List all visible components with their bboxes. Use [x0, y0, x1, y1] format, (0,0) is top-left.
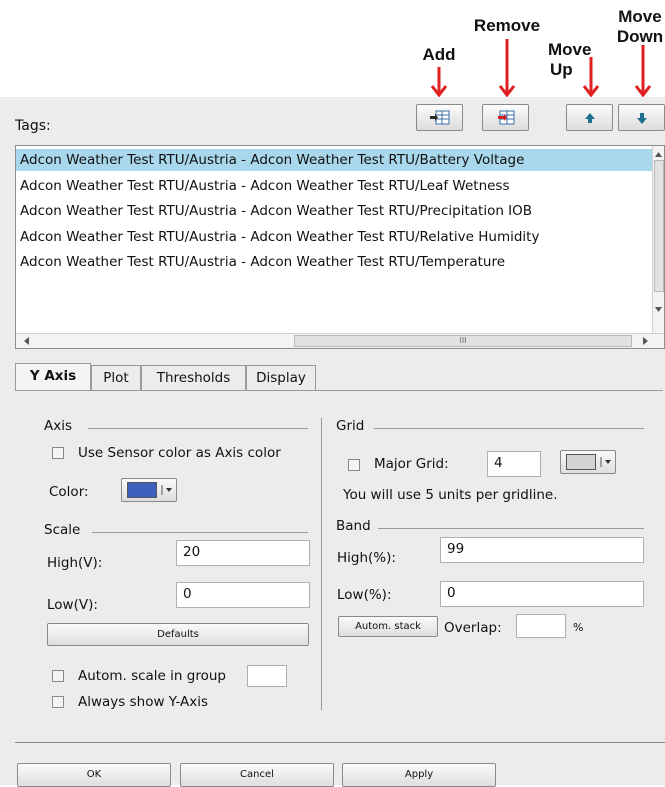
tag-list-item[interactable]: Adcon Weather Test RTU/Austria - Adcon W… — [16, 200, 654, 222]
tag-list-item[interactable]: Adcon Weather Test RTU/Austria - Adcon W… — [16, 149, 654, 171]
major-grid-label: Major Grid: — [374, 456, 449, 472]
band-low-label: Low(%): — [337, 587, 392, 603]
add-tag-button[interactable] — [416, 104, 463, 131]
callout-move-down: Move Down — [612, 7, 665, 47]
arrow-move-down-icon — [634, 45, 652, 98]
grid-color-picker[interactable] — [560, 450, 616, 474]
overlap-input[interactable] — [516, 614, 566, 638]
scale-low-input[interactable]: 0 — [176, 582, 310, 608]
scroll-down-icon — [655, 307, 662, 312]
use-sensor-color-checkbox[interactable] — [52, 447, 64, 459]
grid-group-title: Grid — [336, 418, 365, 434]
always-show-y-axis-checkbox[interactable] — [52, 696, 64, 708]
tab-display[interactable]: Display — [246, 365, 316, 390]
move-up-button[interactable] — [566, 104, 613, 131]
move-down-button[interactable] — [618, 104, 665, 131]
autom-stack-button[interactable]: Autom. stack — [338, 616, 438, 637]
arrow-up-icon — [585, 113, 595, 123]
band-high-input[interactable]: 99 — [440, 537, 644, 563]
autom-scale-group-input[interactable] — [247, 665, 287, 687]
scroll-grip: III — [459, 336, 467, 345]
tags-label: Tags: — [15, 118, 51, 134]
add-icon — [430, 110, 450, 125]
defaults-button[interactable]: Defaults — [47, 623, 309, 646]
band-group-title: Band — [336, 518, 371, 534]
tab-plot[interactable]: Plot — [91, 365, 141, 390]
axis-color-picker[interactable] — [121, 478, 177, 502]
scale-high-input[interactable]: 20 — [176, 540, 310, 566]
tab-y-axis[interactable]: Y Axis — [15, 363, 91, 390]
remove-tag-button[interactable] — [482, 104, 529, 131]
scroll-right-icon — [643, 337, 648, 345]
overlap-percent: % — [573, 621, 584, 634]
major-grid-input[interactable]: 4 — [487, 451, 541, 477]
grid-info-text: You will use 5 units per gridline. — [343, 487, 558, 503]
vertical-scroll-thumb[interactable] — [654, 160, 664, 292]
tag-list-item[interactable]: Adcon Weather Test RTU/Austria - Adcon W… — [16, 251, 654, 273]
band-high-label: High(%): — [337, 550, 396, 566]
scroll-up-icon — [655, 152, 662, 157]
major-grid-checkbox[interactable] — [348, 459, 360, 471]
arrow-down-icon — [637, 113, 647, 124]
tag-list-item[interactable]: Adcon Weather Test RTU/Austria - Adcon W… — [16, 175, 654, 197]
footer-separator — [15, 742, 665, 743]
callout-move-down-line1: Move — [618, 7, 662, 26]
axis-color-swatch — [127, 482, 157, 498]
band-low-input[interactable]: 0 — [440, 581, 644, 607]
scale-low-label: Low(V): — [47, 597, 98, 613]
axis-color-label: Color: — [49, 484, 89, 500]
callout-remove: Remove — [473, 16, 541, 35]
column-separator — [321, 418, 322, 710]
horizontal-scroll-thumb[interactable]: III — [294, 335, 632, 347]
chevron-down-icon — [600, 457, 611, 467]
autom-scale-label: Autom. scale in group — [78, 668, 226, 684]
callout-move-down-line2: Down — [616, 27, 664, 46]
always-show-y-axis-label: Always show Y-Axis — [78, 694, 209, 710]
overlap-label: Overlap: — [444, 620, 502, 636]
tab-thresholds[interactable]: Thresholds — [141, 365, 246, 390]
horizontal-scrollbar[interactable]: III — [16, 333, 664, 348]
apply-button[interactable]: Apply — [342, 763, 496, 787]
arrow-move-up-icon — [582, 57, 600, 98]
remove-icon — [498, 110, 515, 125]
grid-group-line — [374, 428, 644, 429]
use-sensor-color-label: Use Sensor color as Axis color — [78, 445, 281, 461]
scroll-left-icon — [24, 337, 29, 345]
callout-add: Add — [422, 45, 456, 64]
tag-list-item[interactable]: Adcon Weather Test RTU/Austria - Adcon W… — [16, 226, 654, 248]
tag-list[interactable]: Adcon Weather Test RTU/Austria - Adcon W… — [15, 145, 665, 349]
vertical-scrollbar[interactable] — [652, 146, 664, 335]
scale-high-label: High(V): — [47, 555, 103, 571]
ok-button[interactable]: OK — [17, 763, 171, 787]
autom-scale-checkbox[interactable] — [52, 670, 64, 682]
band-group-line — [378, 528, 644, 529]
chevron-down-icon — [161, 485, 172, 495]
grid-color-swatch — [566, 454, 596, 470]
scale-group-title: Scale — [44, 522, 81, 538]
axis-group-line — [88, 428, 308, 429]
axis-group-title: Axis — [44, 418, 73, 434]
arrow-add-icon — [430, 67, 448, 98]
arrow-remove-icon — [498, 39, 516, 98]
scale-group-line — [92, 532, 308, 533]
cancel-button[interactable]: Cancel — [180, 763, 334, 787]
